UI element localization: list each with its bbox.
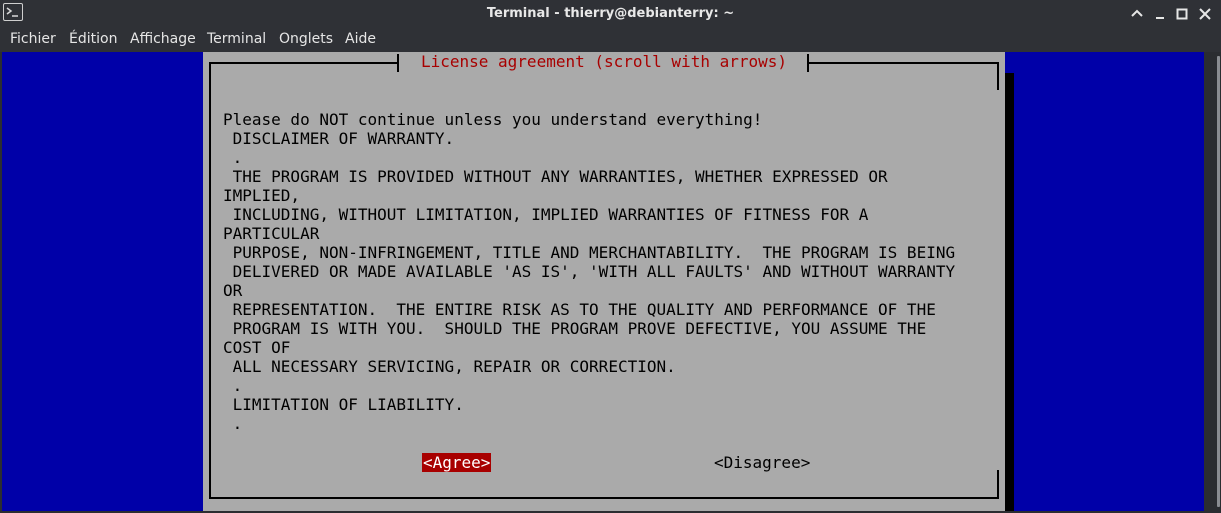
terminal-scrollbar[interactable] xyxy=(1204,52,1221,511)
minimize-icon[interactable] xyxy=(1151,5,1169,23)
license-line: IMPLIED, xyxy=(223,186,301,205)
license-dialog: License agreement (scroll with arrows) P… xyxy=(203,52,1005,511)
license-line: PURPOSE, NON-INFRINGEMENT, TITLE AND MER… xyxy=(223,243,956,262)
license-line: . xyxy=(223,376,243,395)
frame-left xyxy=(209,62,211,499)
window-titlebar[interactable]: Terminal - thierry@debianterry: ~ xyxy=(0,0,1221,28)
license-line: . xyxy=(223,148,243,167)
license-line: REPRESENTATION. THE ENTIRE RISK AS TO TH… xyxy=(223,300,936,319)
dialog-title: License agreement (scroll with arrows) xyxy=(412,52,796,72)
license-line: . xyxy=(223,414,243,433)
license-line: INCLUDING, WITHOUT LIMITATION, IMPLIED W… xyxy=(223,205,869,224)
menu-terminal[interactable]: Terminal xyxy=(207,31,266,47)
license-text[interactable]: Please do NOT continue unless you unders… xyxy=(223,110,955,433)
dialog-title-wrap: License agreement (scroll with arrows) xyxy=(203,52,1005,72)
menu-onglets[interactable]: Onglets xyxy=(279,31,333,47)
menu-fichier[interactable]: Fichier xyxy=(10,31,56,47)
window-title: Terminal - thierry@debianterry: ~ xyxy=(486,6,735,21)
close-icon[interactable] xyxy=(1196,5,1214,23)
menu-bar: Fichier Édition Affichage Terminal Ongle… xyxy=(0,28,1221,52)
license-line: ALL NECESSARY SERVICING, REPAIR OR CORRE… xyxy=(223,357,676,376)
scrollbar-thumb[interactable] xyxy=(1217,56,1220,507)
license-line: PROGRAM IS WITH YOU. SHOULD THE PROGRAM … xyxy=(223,319,927,338)
chevron-up-icon[interactable] xyxy=(1128,5,1146,23)
dialog-shadow xyxy=(1005,73,1014,511)
license-line: Please do NOT continue unless you unders… xyxy=(223,110,763,129)
frame-bottom xyxy=(209,497,999,499)
menu-aide[interactable]: Aide xyxy=(345,31,376,47)
disagree-button[interactable]: <Disagree> xyxy=(713,453,811,472)
agree-button[interactable]: <Agree> xyxy=(422,453,492,472)
menu-edition[interactable]: Édition xyxy=(69,31,117,47)
license-line: PARTICULAR xyxy=(223,224,320,243)
license-line: DISCLAIMER OF WARRANTY. xyxy=(223,129,455,148)
license-line: LIMITATION OF LIABILITY. xyxy=(223,395,464,414)
maximize-icon[interactable] xyxy=(1173,5,1191,23)
menu-affichage[interactable]: Affichage xyxy=(130,31,196,47)
license-line: OR xyxy=(223,281,243,300)
license-line: THE PROGRAM IS PROVIDED WITHOUT ANY WARR… xyxy=(223,167,888,186)
frame-right-bottom xyxy=(997,470,999,499)
license-line: COST OF xyxy=(223,338,291,357)
license-line: DELIVERED OR MADE AVAILABLE 'AS IS', 'WI… xyxy=(223,262,956,281)
